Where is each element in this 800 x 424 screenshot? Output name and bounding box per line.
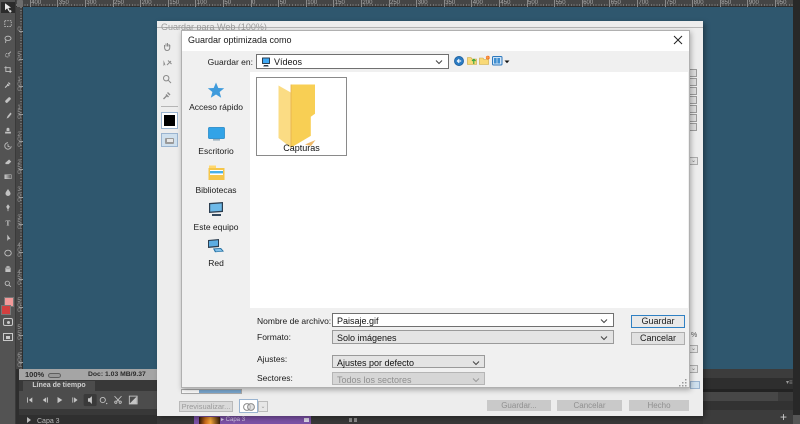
svg-text:T: T [5,220,10,228]
